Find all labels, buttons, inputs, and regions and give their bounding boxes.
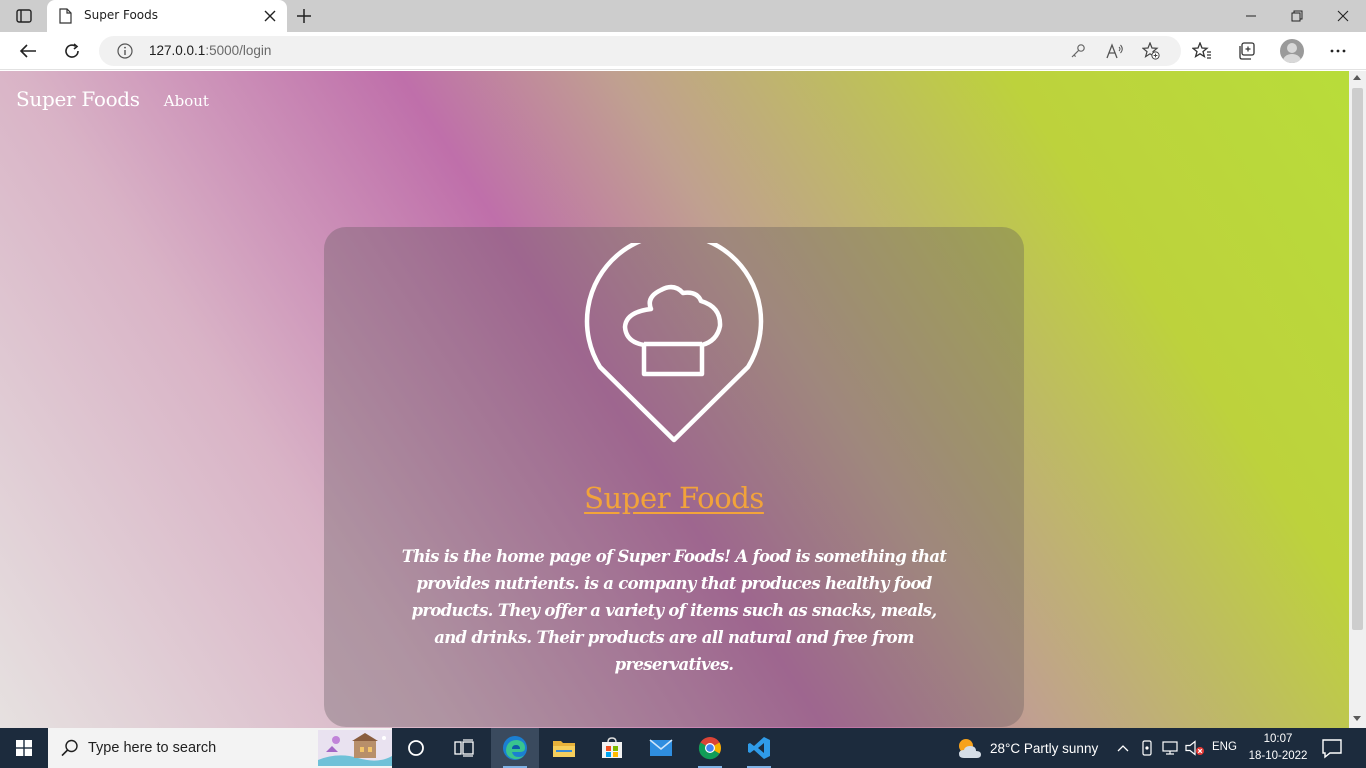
taskbar-search-box[interactable]: Type here to search bbox=[48, 728, 392, 768]
scroll-thumb[interactable] bbox=[1352, 88, 1363, 630]
vscode-taskbar-app[interactable] bbox=[735, 728, 783, 768]
microsoft-store-taskbar-app[interactable] bbox=[588, 728, 636, 768]
network-icon bbox=[1162, 741, 1178, 755]
chef-hat-location-pin-icon bbox=[584, 243, 764, 443]
scroll-down-arrow-icon[interactable] bbox=[1353, 716, 1361, 721]
minimize-window-button[interactable] bbox=[1228, 0, 1274, 32]
edge-taskbar-app[interactable] bbox=[491, 728, 539, 768]
page-viewport: Super Foods About Super Foods This is th… bbox=[0, 71, 1366, 728]
taskbar-clock[interactable]: 10:07 18-10-2022 bbox=[1244, 731, 1312, 765]
meet-now-icon bbox=[1142, 740, 1152, 756]
page-favicon-icon bbox=[59, 8, 72, 28]
taskbar-search-placeholder: Type here to search bbox=[88, 740, 217, 756]
volume-button[interactable] bbox=[1184, 728, 1206, 768]
tab-actions-button[interactable] bbox=[10, 6, 38, 26]
collections-icon bbox=[1239, 42, 1255, 60]
chrome-taskbar-app[interactable] bbox=[686, 728, 734, 768]
read-aloud-icon[interactable] bbox=[1106, 42, 1124, 60]
notification-center-icon[interactable] bbox=[1320, 736, 1344, 764]
task-view-button[interactable] bbox=[440, 728, 488, 768]
clock-time: 10:07 bbox=[1263, 733, 1293, 745]
url-text: 127.0.0.1:5000/login bbox=[149, 43, 271, 58]
search-icon bbox=[60, 738, 80, 762]
windows-logo-icon bbox=[16, 740, 32, 756]
close-window-button[interactable] bbox=[1320, 0, 1366, 32]
about-nav-link[interactable]: About bbox=[164, 92, 209, 110]
volume-muted-icon bbox=[1185, 740, 1204, 756]
new-tab-button[interactable] bbox=[293, 5, 315, 27]
tab-title: Super Foods bbox=[84, 8, 158, 22]
tab-close-icon[interactable] bbox=[263, 8, 277, 27]
weather-text: 28°C Partly sunny bbox=[990, 740, 1099, 756]
add-favorite-icon[interactable] bbox=[1142, 42, 1160, 60]
chrome-browser-icon bbox=[698, 737, 721, 760]
partly-sunny-icon bbox=[959, 739, 981, 758]
plus-icon bbox=[297, 9, 311, 23]
file-explorer-taskbar-app[interactable] bbox=[540, 728, 588, 768]
folder-icon bbox=[553, 741, 575, 757]
back-button[interactable] bbox=[14, 37, 42, 65]
input-language-indicator[interactable]: ENG bbox=[1212, 741, 1237, 753]
clock-date: 18-10-2022 bbox=[1248, 750, 1308, 762]
arrow-left-icon bbox=[19, 44, 36, 58]
browser-toolbar: 127.0.0.1:5000/login bbox=[0, 32, 1366, 70]
collections-button[interactable] bbox=[1232, 37, 1260, 65]
cortana-circle-icon bbox=[408, 740, 424, 756]
mail-envelope-icon bbox=[649, 739, 673, 756]
profile-avatar[interactable] bbox=[1280, 39, 1304, 63]
search-highlight-art-icon bbox=[318, 730, 392, 766]
minimize-icon bbox=[1246, 15, 1256, 17]
mail-taskbar-app[interactable] bbox=[637, 728, 685, 768]
restore-icon bbox=[1291, 10, 1303, 22]
site-navbar: Super Foods About bbox=[16, 87, 209, 111]
tab-actions-icon bbox=[16, 9, 32, 23]
task-view-icon bbox=[454, 739, 474, 757]
tray-device-button[interactable] bbox=[1138, 728, 1156, 768]
browser-tab-bar: Super Foods bbox=[0, 0, 1366, 32]
windows-taskbar: Type here to search 28°C Partly sunny EN… bbox=[0, 728, 1366, 768]
browser-tab-active[interactable]: Super Foods bbox=[47, 0, 287, 32]
hero-card: Super Foods This is the home page of Sup… bbox=[324, 227, 1024, 727]
restore-window-button[interactable] bbox=[1274, 0, 1320, 32]
favorites-icon bbox=[1192, 42, 1211, 59]
favorites-button[interactable] bbox=[1188, 37, 1216, 65]
page-scrollbar[interactable] bbox=[1349, 71, 1366, 728]
navbar-brand-link[interactable]: Super Foods bbox=[16, 87, 140, 111]
show-hidden-icons-button[interactable] bbox=[1114, 728, 1132, 768]
address-bar[interactable]: 127.0.0.1:5000/login bbox=[99, 36, 1181, 66]
card-description: This is the home page of Super Foods! A … bbox=[401, 547, 947, 674]
close-icon bbox=[1337, 10, 1349, 22]
start-button[interactable] bbox=[0, 728, 48, 768]
refresh-button[interactable] bbox=[58, 37, 86, 65]
key-icon[interactable] bbox=[1069, 42, 1087, 60]
weather-widget[interactable]: 28°C Partly sunny bbox=[956, 728, 1098, 768]
settings-menu-button[interactable] bbox=[1324, 37, 1352, 65]
edge-browser-icon bbox=[503, 736, 527, 760]
url-host: 127.0.0.1 bbox=[149, 43, 206, 58]
url-path: :5000/login bbox=[205, 43, 272, 58]
refresh-icon bbox=[65, 43, 79, 58]
chevron-up-icon bbox=[1117, 745, 1129, 752]
scroll-up-arrow-icon[interactable] bbox=[1353, 75, 1361, 80]
network-status-button[interactable] bbox=[1160, 728, 1182, 768]
card-title: Super Foods bbox=[324, 481, 1024, 515]
more-dots-icon bbox=[1330, 49, 1346, 53]
store-bag-icon bbox=[602, 737, 622, 758]
vscode-icon bbox=[748, 737, 770, 759]
super-foods-title-link[interactable]: Super Foods bbox=[584, 481, 764, 515]
cortana-button[interactable] bbox=[392, 728, 440, 768]
site-info-icon[interactable] bbox=[117, 43, 133, 63]
